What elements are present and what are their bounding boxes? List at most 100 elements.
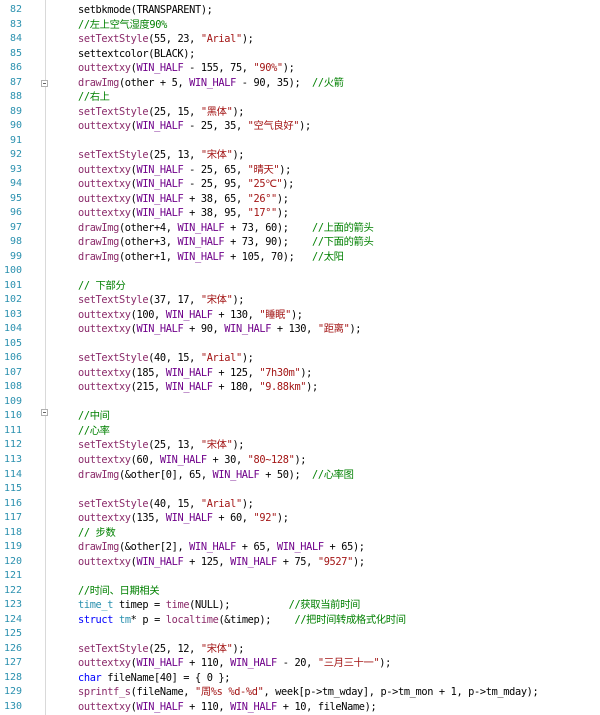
code-token-plain: + 65,: [235, 541, 277, 554]
code-line[interactable]: outtextxy(WIN_HALF - 25, 65, "晴天");: [78, 163, 600, 178]
code-line[interactable]: drawImg(other+3, WIN_HALF + 73, 90); //下…: [78, 235, 600, 250]
code-token-plain: );: [349, 323, 362, 336]
code-token-plain: );: [232, 439, 245, 452]
line-number: 126: [3, 642, 22, 654]
code-line[interactable]: struct tm* p = localtime(&timep); //把时间转…: [78, 613, 600, 628]
code-line[interactable]: setTextStyle(40, 15, "Arial");: [78, 351, 600, 366]
code-token-macro: WIN_HALF: [136, 192, 184, 205]
code-token-func: outtextxy: [78, 207, 131, 220]
code-line[interactable]: drawImg(other + 5, WIN_HALF - 90, 35); /…: [78, 76, 600, 91]
code-token-func: setTextStyle: [78, 642, 149, 655]
code-token-comment: // 步数: [78, 526, 116, 539]
code-token-comment: //火箭: [312, 76, 344, 89]
code-line[interactable]: drawImg(other+4, WIN_HALF + 73, 60); //上…: [78, 221, 600, 236]
fold-collapse-icon[interactable]: [41, 80, 48, 87]
code-line[interactable]: outtextxy(WIN_HALF + 38, 65, "26°");: [78, 192, 600, 207]
code-token-comment: //中间: [78, 410, 110, 423]
code-editor[interactable]: 82 83 84 85 86 87 88 89 90 91 92 93 94 95 96 97 98 99 100 1…: [0, 0, 600, 715]
code-line[interactable]: time_t timep = time(NULL); //获取当前时间: [78, 598, 600, 613]
code-token-comment: //心率: [78, 424, 110, 437]
code-token-plain: fileName[40] = { 0 };: [101, 671, 231, 684]
code-line[interactable]: settextcolor(BLACK);: [78, 47, 600, 62]
code-token-string: "Arial": [200, 497, 242, 510]
code-token-plain: + 180,: [212, 381, 260, 394]
code-line[interactable]: setTextStyle(55, 23, "Arial");: [78, 32, 600, 47]
code-token-plain: + 38, 65,: [183, 192, 248, 205]
code-line[interactable]: outtextxy(185, WIN_HALF + 125, "7h30m");: [78, 366, 600, 381]
code-line[interactable]: [78, 134, 600, 149]
code-line[interactable]: setTextStyle(25, 12, "宋体");: [78, 642, 600, 657]
code-token-macro: WIN_HALF: [224, 323, 272, 336]
code-line[interactable]: outtextxy(WIN_HALF - 155, 75, "90%");: [78, 61, 600, 76]
code-line[interactable]: char fileName[40] = { 0 };: [78, 671, 600, 686]
line-number: 108: [3, 381, 22, 393]
code-line[interactable]: outtextxy(WIN_HALF - 25, 95, "25℃");: [78, 177, 600, 192]
code-token-func: outtextxy: [78, 366, 131, 379]
code-line[interactable]: drawImg(&other[2], WIN_HALF + 65, WIN_HA…: [78, 540, 600, 555]
code-line[interactable]: //心率: [78, 424, 600, 439]
fold-rail: [45, 0, 46, 715]
code-line[interactable]: outtextxy(WIN_HALF - 25, 35, "空气良好");: [78, 119, 600, 134]
code-line[interactable]: //中间: [78, 409, 600, 424]
code-line[interactable]: // 下部分: [78, 279, 600, 294]
code-line[interactable]: setTextStyle(40, 15, "Arial");: [78, 497, 600, 512]
code-line[interactable]: [78, 395, 600, 410]
code-line[interactable]: outtextxy(WIN_HALF + 110, WIN_HALF - 20,…: [78, 656, 600, 671]
code-line[interactable]: setTextStyle(25, 13, "宋体");: [78, 148, 600, 163]
line-number: 130: [3, 700, 22, 712]
code-line[interactable]: outtextxy(100, WIN_HALF + 130, "睡眠");: [78, 308, 600, 323]
code-token-string: "空气良好": [247, 120, 300, 133]
code-line[interactable]: //右上: [78, 90, 600, 105]
code-token-macro: WIN_HALF: [136, 555, 184, 568]
line-number: 92: [9, 149, 22, 161]
code-token-plain: );: [282, 62, 295, 75]
code-line[interactable]: //左上空气湿度90%: [78, 18, 600, 33]
code-line[interactable]: drawImg(&other[0], 65, WIN_HALF + 50); /…: [78, 468, 600, 483]
code-line[interactable]: setbkmode(TRANSPARENT);: [78, 3, 600, 18]
line-number: 102: [3, 294, 22, 306]
fold-collapse-icon[interactable]: [41, 409, 48, 416]
code-token-plain: (&other[0], 65,: [118, 468, 213, 481]
line-number: 115: [3, 483, 22, 495]
code-line[interactable]: [78, 337, 600, 352]
code-line[interactable]: [78, 569, 600, 584]
code-line[interactable]: outtextxy(135, WIN_HALF + 60, "92");: [78, 511, 600, 526]
code-line[interactable]: outtextxy(WIN_HALF + 110, WIN_HALF + 10,…: [78, 700, 600, 715]
code-token-plain: (other+4,: [118, 221, 178, 234]
code-token-func: outtextxy: [78, 178, 131, 191]
code-line[interactable]: [78, 264, 600, 279]
code-token-comment: //太阳: [312, 250, 344, 263]
code-line[interactable]: [78, 482, 600, 497]
code-token-plain: + 50);: [259, 468, 312, 481]
code-line[interactable]: setTextStyle(25, 15, "黑体");: [78, 105, 600, 120]
code-token-plain: (185,: [130, 366, 166, 379]
code-line[interactable]: // 步数: [78, 526, 600, 541]
code-line[interactable]: drawImg(other+1, WIN_HALF + 105, 70); //…: [78, 250, 600, 265]
code-token-plain: timep =: [113, 599, 166, 612]
code-token-string: "黑体": [200, 105, 233, 118]
code-token-plain: );: [241, 497, 254, 510]
code-token-keyword: char: [78, 671, 102, 684]
code-line[interactable]: outtextxy(215, WIN_HALF + 180, "9.88km")…: [78, 380, 600, 395]
code-line[interactable]: outtextxy(WIN_HALF + 90, WIN_HALF + 130,…: [78, 322, 600, 337]
code-token-string: "80~128": [247, 453, 295, 466]
code-token-func: drawImg: [78, 236, 119, 249]
code-line[interactable]: outtextxy(WIN_HALF + 125, WIN_HALF + 75,…: [78, 555, 600, 570]
code-line[interactable]: outtextxy(60, WIN_HALF + 30, "80~128");: [78, 453, 600, 468]
code-line[interactable]: setTextStyle(25, 13, "宋体");: [78, 438, 600, 453]
code-line[interactable]: outtextxy(WIN_HALF + 38, 95, "17°");: [78, 206, 600, 221]
code-token-plain: (100,: [130, 308, 166, 321]
code-line[interactable]: [78, 627, 600, 642]
code-line[interactable]: setTextStyle(37, 17, "宋体");: [78, 293, 600, 308]
line-number: 91: [9, 134, 22, 146]
code-line[interactable]: sprintf_s(fileName, "周%s %d-%d", week[p-…: [78, 685, 600, 700]
code-token-macro: WIN_HALF: [189, 541, 236, 554]
code-token-comment: //上面的箭头: [312, 221, 374, 234]
code-token-plain: + 125,: [183, 555, 231, 568]
line-number: 125: [3, 628, 22, 640]
code-token-plain: );: [282, 178, 294, 191]
code-token-comment: //时间、日期相关: [78, 584, 160, 597]
code-area[interactable]: setbkmode(TRANSPARENT);//左上空气湿度90% setTex…: [78, 3, 600, 714]
code-line[interactable]: //时间、日期相关: [78, 584, 600, 599]
code-token-func: outtextxy: [78, 163, 131, 176]
